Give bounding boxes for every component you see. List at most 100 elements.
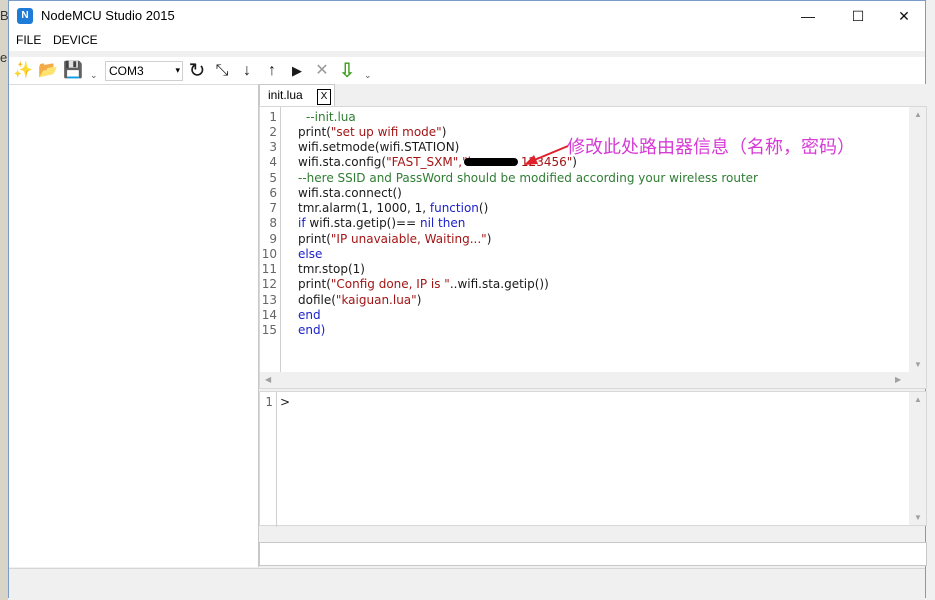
line-number: 7 [269, 201, 277, 215]
code-token: print( [298, 277, 331, 291]
code-token: ..wifi.sta.getip()) [449, 277, 549, 291]
code-line: --here SSID and PassWord should be modif… [298, 171, 758, 185]
tab-label: init.lua [268, 88, 303, 102]
save-icon[interactable]: 💾 [63, 61, 83, 81]
code-line: if wifi.sta.getip()== nil then [298, 216, 465, 230]
code-editor[interactable]: 1 2 3 4 5 6 7 8 9 10 11 12 13 14 15 --in… [259, 106, 927, 389]
code-string: "FAST_SXM","l [386, 155, 471, 169]
toolbar-overflow-icon[interactable]: ⌄ [364, 70, 372, 81]
flash-firmware-icon[interactable]: ⇩ [337, 61, 357, 81]
line-number: 3 [269, 140, 277, 154]
code-line: tmr.stop(1) [298, 262, 365, 276]
console-prompt: > [280, 395, 291, 409]
stop-icon[interactable]: ✕ [312, 61, 332, 81]
console-gutter: 1 [260, 392, 277, 527]
close-tab-icon[interactable]: X [317, 89, 331, 105]
code-token: wifi.sta.getip()== [305, 216, 420, 230]
code-token: ) [416, 293, 422, 307]
code-line: print("set up wifi mode") [298, 125, 446, 139]
title-bar[interactable]: N NodeMCU Studio 2015 — ☐ ✕ [9, 1, 925, 31]
console-vertical-scrollbar[interactable]: ▲ ▼ [909, 392, 926, 525]
editor-vertical-scrollbar[interactable]: ▲ ▼ [909, 107, 926, 388]
toolbar-overflow-icon[interactable]: ⌄ [90, 70, 98, 81]
new-file-icon[interactable]: ✨ [13, 61, 33, 81]
code-token: print( [298, 125, 331, 139]
line-number: 1 [269, 110, 277, 124]
close-window-button[interactable]: ✕ [881, 1, 927, 31]
window-title: NodeMCU Studio 2015 [41, 8, 175, 23]
code-token: print( [298, 232, 331, 246]
line-number: 1 [265, 395, 273, 409]
code-token: ) [441, 125, 447, 139]
line-number: 11 [261, 262, 277, 276]
code-token: tmr.alarm(1, 1000, 1, [298, 201, 430, 215]
serial-console[interactable]: 1 > ▲ ▼ [259, 391, 927, 527]
minimize-button[interactable]: — [785, 1, 831, 31]
toolbar: ✨ 📂 💾 ⌄ COM3 ▾ ↻ ⤡ ↓ ↑ ▶ ✕ ⇩ ⌄ [9, 57, 925, 84]
refresh-icon[interactable]: ↻ [187, 61, 207, 81]
connect-icon[interactable]: ⤡ [212, 61, 232, 81]
code-token: ) [486, 232, 492, 246]
line-number: 14 [261, 308, 277, 322]
line-number: 10 [261, 247, 277, 261]
scroll-up-icon[interactable]: ▲ [914, 395, 922, 404]
code-line: wifi.sta.connect() [298, 186, 402, 200]
scroll-up-icon[interactable]: ▲ [914, 110, 922, 119]
app-window: N NodeMCU Studio 2015 — ☐ ✕ FILE DEVICE … [8, 0, 927, 598]
code-token: dofile( [298, 293, 336, 307]
run-icon[interactable]: ▶ [287, 61, 307, 81]
app-logo-icon: N [17, 8, 33, 24]
code-line: tmr.alarm(1, 1000, 1, function() [298, 201, 488, 215]
code-string: "IP unavaiable, Waiting..." [330, 232, 487, 246]
tab-init-lua[interactable]: init.lua X [259, 84, 335, 106]
code-string: "kaiguan.lua" [335, 293, 417, 307]
code-line: --init.lua [306, 110, 356, 124]
line-number-gutter: 1 2 3 4 5 6 7 8 9 10 11 12 13 14 15 [260, 107, 281, 374]
line-number: 13 [261, 293, 277, 307]
code-string: "Config done, IP is " [330, 277, 450, 291]
code-keyword: if [298, 216, 306, 230]
editor-tabstrip: init.lua X [259, 84, 927, 106]
command-input[interactable] [259, 542, 927, 566]
code-token: wifi.sta.config( [298, 155, 387, 169]
code-line: print("Config done, IP is "..wifi.sta.ge… [298, 277, 549, 291]
editor-horizontal-scrollbar[interactable]: ◀ ▶ [260, 372, 926, 388]
scroll-down-icon[interactable]: ▼ [914, 360, 922, 369]
code-keyword: function [429, 201, 479, 215]
code-keyword: nil then [419, 216, 466, 230]
code-line: print("IP unavaiable, Waiting...") [298, 232, 491, 246]
code-string: "set up wifi mode" [330, 125, 442, 139]
scroll-left-icon[interactable]: ◀ [265, 375, 271, 384]
menu-device[interactable]: DEVICE [53, 33, 98, 47]
annotation-note: 修改此处路由器信息（名称，密码） [567, 137, 855, 158]
code-token: () [478, 201, 489, 215]
code-line: dofile("kaiguan.lua") [298, 293, 421, 307]
code-line: else [298, 247, 323, 261]
code-line: end) [298, 323, 326, 337]
line-number: 15 [261, 323, 277, 337]
scroll-right-icon[interactable]: ▶ [895, 375, 901, 384]
line-number: 9 [269, 232, 277, 246]
desktop-background: B el [0, 0, 10, 600]
line-number: 5 [269, 171, 277, 185]
menu-bar: FILE DEVICE [9, 31, 925, 51]
file-explorer-panel[interactable] [9, 84, 259, 567]
line-number: 8 [269, 216, 277, 230]
upload-arrow-icon[interactable]: ↑ [262, 61, 282, 81]
scroll-down-icon[interactable]: ▼ [914, 513, 922, 522]
maximize-button[interactable]: ☐ [835, 1, 881, 31]
code-line: end [298, 308, 321, 322]
open-folder-icon[interactable]: 📂 [38, 61, 58, 81]
com-port-value: COM3 [109, 64, 144, 78]
redaction-mark [464, 158, 518, 166]
annotation-arrow-icon [524, 145, 569, 165]
line-number: 4 [269, 155, 277, 169]
chevron-down-icon[interactable]: ▾ [175, 65, 180, 76]
code-line: wifi.setmode(wifi.STATION) [298, 140, 460, 154]
com-port-select[interactable]: COM3 ▾ [105, 61, 183, 81]
menu-file[interactable]: FILE [16, 33, 41, 47]
line-number: 12 [261, 277, 277, 291]
download-arrow-icon[interactable]: ↓ [237, 61, 257, 81]
line-number: 2 [269, 125, 277, 139]
status-bar [9, 568, 925, 598]
